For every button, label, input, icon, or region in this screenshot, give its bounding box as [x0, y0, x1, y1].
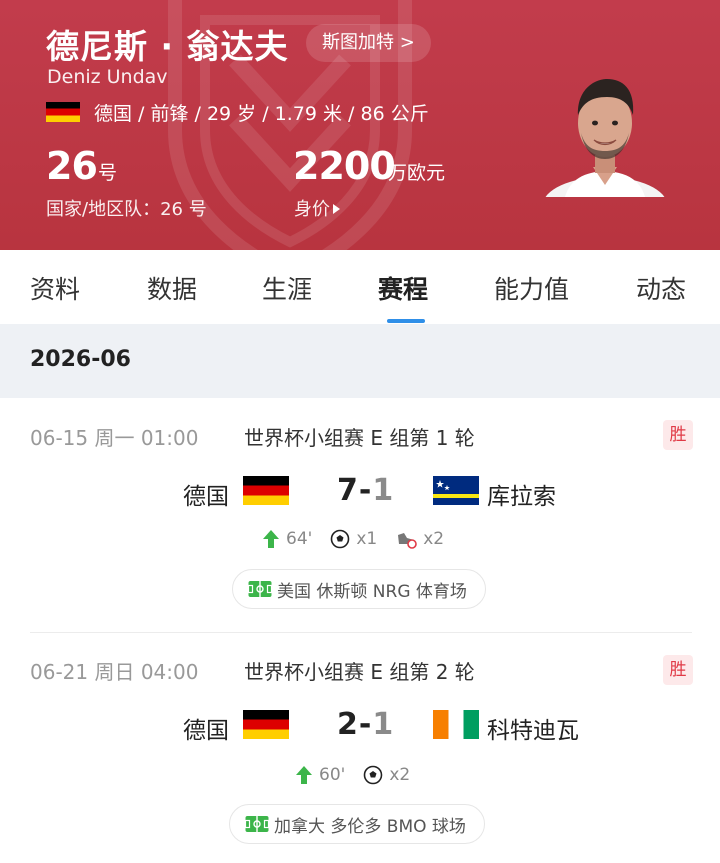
sub-in-stat: 60'	[295, 765, 345, 785]
tab-news[interactable]: 动态	[636, 270, 686, 306]
germany-flag-icon	[46, 102, 80, 122]
tab-profile[interactable]: 资料	[30, 270, 80, 306]
curacao-flag-icon	[433, 476, 479, 505]
shirt-number: 26	[46, 144, 98, 188]
month-header: 2026-06	[0, 324, 720, 398]
shirt-number-unit: 号	[98, 162, 118, 184]
home-score: 2	[337, 707, 359, 742]
venue-pill: 加拿大 多伦多 BMO 球场	[229, 804, 485, 844]
home-team-name: 德国	[183, 484, 229, 510]
ivory-coast-flag-icon	[433, 710, 479, 739]
match-score: 2-1	[337, 707, 394, 742]
assist-boot-icon	[398, 533, 418, 549]
player-header: 德尼斯 · 翁达夫 斯图加特 > Deniz Undav 德国 / 前锋 / 2…	[0, 0, 720, 250]
goals-stat: x1	[330, 529, 377, 549]
home-score: 7	[337, 473, 359, 508]
match-competition: 世界杯小组赛 E 组第 1 轮	[244, 426, 475, 450]
player-name-en: Deniz Undav	[47, 66, 168, 88]
player-match-stats: 60' x2	[295, 765, 428, 785]
player-match-stats: 64' x1 x2	[262, 529, 462, 549]
goals-stat: x2	[363, 765, 410, 785]
result-badge: 胜	[663, 655, 693, 685]
germany-flag-icon	[243, 476, 289, 505]
caret-right-icon	[333, 204, 340, 214]
market-value-label: 身价	[294, 199, 330, 220]
market-value-link[interactable]: 身价	[294, 195, 340, 221]
sub-in-arrow-icon	[296, 766, 312, 784]
away-team-name: 科特迪瓦	[487, 718, 579, 744]
home-team-name: 德国	[183, 718, 229, 744]
match-card[interactable]: 06-21 周日 04:00 世界杯小组赛 E 组第 2 轮 胜 德国 2-1 …	[0, 633, 720, 863]
venue-text: 美国 休斯顿 NRG 体育场	[277, 581, 467, 602]
football-icon	[364, 765, 383, 785]
market-value-unit: 万欧元	[388, 162, 446, 184]
tab-career[interactable]: 生涯	[262, 270, 312, 306]
month-label: 2026-06	[30, 347, 131, 372]
assists-stat: x2	[395, 529, 444, 549]
tab-ratings[interactable]: 能力值	[494, 270, 569, 306]
score-separator: -	[358, 473, 373, 508]
match-datetime: 06-21 周日 04:00	[30, 660, 199, 684]
active-tab-indicator	[387, 319, 425, 323]
market-value: 2200	[293, 144, 396, 188]
match-competition: 世界杯小组赛 E 组第 2 轮	[244, 660, 475, 684]
tab-bar: 资料 数据 生涯 赛程 能力值 动态	[0, 250, 720, 324]
stadium-icon	[247, 581, 273, 597]
tab-schedule[interactable]: 赛程	[378, 270, 428, 306]
venue-pill: 美国 休斯顿 NRG 体育场	[232, 569, 486, 609]
sub-in-stat: 64'	[262, 529, 312, 549]
result-badge: 胜	[663, 420, 693, 450]
stadium-icon	[244, 816, 270, 832]
player-info-text: 德国 / 前锋 / 29 岁 / 1.79 米 / 86 公斤	[94, 102, 429, 125]
player-avatar	[545, 67, 665, 197]
germany-flag-icon	[243, 710, 289, 739]
venue-text: 加拿大 多伦多 BMO 球场	[274, 816, 466, 837]
away-score: 1	[372, 707, 395, 742]
away-score: 1	[372, 473, 395, 508]
tab-stats[interactable]: 数据	[147, 270, 197, 306]
club-link-button[interactable]: 斯图加特 >	[306, 24, 431, 62]
match-score: 7-1	[337, 473, 394, 508]
match-card[interactable]: 06-15 周一 01:00 世界杯小组赛 E 组第 1 轮 胜 德国 7-1 …	[0, 398, 720, 632]
score-separator: -	[358, 707, 373, 742]
away-team-name: 库拉索	[487, 484, 556, 510]
national-team-number: 国家/地区队：26 号	[46, 199, 207, 220]
player-info-row: 德国 / 前锋 / 29 岁 / 1.79 米 / 86 公斤	[46, 99, 429, 125]
player-name-cn: 德尼斯 · 翁达夫	[46, 27, 289, 66]
match-datetime: 06-15 周一 01:00	[30, 426, 199, 450]
football-icon	[331, 529, 350, 549]
sub-in-arrow-icon	[263, 530, 279, 548]
